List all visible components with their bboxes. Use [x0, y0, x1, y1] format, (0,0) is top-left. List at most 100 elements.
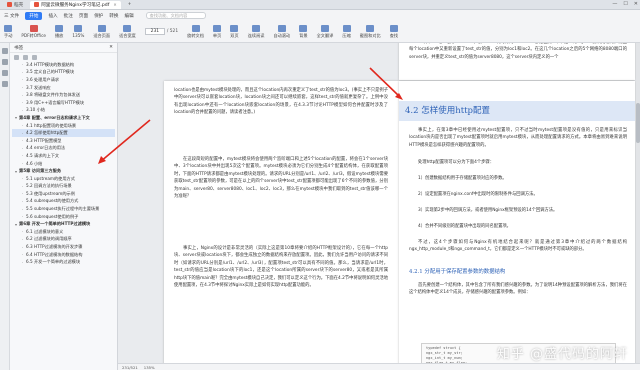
menu-start[interactable]: 开始: [25, 11, 43, 20]
tab-document[interactable]: 阿里云微服务Nginx学习笔记.pdf ✕: [30, 0, 121, 9]
daoke-icon: [7, 2, 12, 7]
toc-item[interactable]: · 5.3 使用upstream的示例: [12, 190, 115, 198]
pdf-to-office-button[interactable]: PDF转Office: [21, 24, 46, 39]
zoom-button[interactable]: 135%: [72, 25, 84, 38]
page-number-input[interactable]: 231: [144, 28, 165, 35]
toc-item[interactable]: · 6.2 过滤模块的调用顺序: [12, 236, 115, 244]
toc-label: 4.3 HTTP配置模型: [26, 137, 62, 143]
screenshot-icon: [366, 24, 375, 32]
toc-item[interactable]: · 4.4 error日志的用法: [12, 145, 115, 153]
pdf-file-icon: [34, 2, 40, 7]
maximize-icon[interactable]: ☐: [623, 1, 627, 7]
screenshot-button[interactable]: 截图和对比: [360, 24, 381, 39]
watermark: 知乎 @盛代码的阿轩: [496, 347, 628, 362]
toc-item[interactable]: ▾ 第5章 访问第三方服务: [12, 167, 115, 175]
paragraph: server块中test_flag为server80，该server块内有两个l…: [409, 43, 627, 60]
toc-label: 5.2 回调方法的执行场景: [26, 183, 72, 189]
play-button[interactable]: 播放: [55, 24, 63, 39]
toc-item[interactable]: · 3.8 将磁盘文件作为包体发送: [12, 91, 115, 99]
toc-item[interactable]: · 4.3 HTTP配置模型: [12, 137, 115, 145]
collapse-icon[interactable]: [23, 54, 28, 60]
new-tab-button[interactable]: +: [124, 1, 136, 9]
menu-edit[interactable]: 编辑: [124, 13, 133, 19]
close-panel-icon[interactable]: ✕: [109, 45, 113, 50]
expand-icon[interactable]: [14, 54, 19, 60]
menu-convert[interactable]: 转换: [109, 13, 118, 19]
close-window-icon[interactable]: ✕: [634, 1, 638, 7]
toc-item[interactable]: · 5.4 subrequest的使用方式: [12, 198, 115, 206]
toc-label: 6.3 HTTP过滤模块的开发步骤: [26, 244, 83, 250]
step-item: 4）合并不同级别的配置块中出现的同名配置项。: [418, 224, 511, 229]
vertical-scrollbar[interactable]: [636, 43, 640, 370]
toc-item[interactable]: ▾ 第6章 开发一个简单的HTTP过滤模块: [12, 220, 115, 228]
find-button[interactable]: 查找: [390, 24, 398, 39]
toc-item[interactable]: · 3.6 处理用户请求: [12, 76, 115, 84]
search-panel-icon[interactable]: [2, 81, 8, 87]
thumbnail-icon[interactable]: [2, 59, 8, 65]
menu-comment[interactable]: 批注: [64, 13, 73, 19]
paragraph: location也是由mytest模块处理的，而且这个location内再次重定…: [174, 88, 388, 116]
toc-item[interactable]: · 4.6 小结: [12, 160, 115, 168]
toc-item[interactable]: · 5.1 upstream的使用方式: [12, 175, 115, 183]
add-bookmark-icon[interactable]: [32, 54, 37, 60]
toc-item[interactable]: · 5.5 subrequest执行过程中的主要场景: [12, 205, 115, 213]
minimize-icon[interactable]: —: [612, 1, 617, 7]
comment-icon[interactable]: [2, 70, 8, 76]
toc-label: 4.1 http配置项的使用场景: [26, 122, 77, 128]
toc-item[interactable]: ▾ 第4章 配置、error日志和请求上下文: [12, 114, 115, 122]
scroll-thumb[interactable]: [636, 103, 640, 143]
toc-item[interactable]: · 3.4 HTTP模块的数据结构: [12, 61, 115, 69]
toc-item[interactable]: · 5.2 回调方法的执行场景: [12, 183, 115, 191]
close-icon[interactable]: ✕: [113, 2, 116, 7]
background-button[interactable]: 背景: [299, 24, 308, 39]
page-total: / 521: [166, 29, 179, 34]
toc-item[interactable]: · 4.1 http配置项的使用场景: [12, 122, 115, 130]
toc-item[interactable]: · 3.7 发送响应: [12, 84, 115, 92]
toc-item[interactable]: · 3.9 用C++语言编写HTTP模块: [12, 99, 115, 107]
hand-tool-button[interactable]: 手动: [4, 24, 12, 39]
paragraph: 处理http配置项可以分为下面4个步骤：: [418, 160, 495, 165]
toc-item[interactable]: · 4.5 请求的上下文: [12, 152, 115, 160]
single-page-button[interactable]: 单页: [213, 24, 221, 39]
compress-button[interactable]: 压缩: [342, 24, 351, 39]
toc-item[interactable]: · 5.6 subrequest使用的例子: [12, 213, 115, 221]
subsection-heading: 4.2.1 分配用于保存配置参数的数据结构: [409, 269, 506, 275]
convert-icon: [29, 24, 38, 32]
rotate-button[interactable]: 旋转文档: [187, 24, 204, 39]
bookmark-panel: 书签 ✕ · 3.4 HTTP模块的数据结构 · 3.5 定义自己的HTTP模块 · 3.…: [10, 43, 118, 370]
menu-protect[interactable]: 保护: [94, 13, 103, 19]
paragraph: 事实上，在第3章中已经使用过mytest配置项，只不过当时mytest配置项是没…: [409, 128, 627, 148]
menu-insert[interactable]: 插入: [48, 13, 57, 19]
file-menu[interactable]: 三 文件: [4, 13, 19, 19]
tab-label: 阿里云微服务Nginx学习笔记.pdf: [41, 2, 110, 8]
fit-width-button[interactable]: 适合宽度: [119, 24, 136, 39]
toc-item[interactable]: · 6.5 开发一个简单的过滤模块: [12, 258, 115, 266]
fit-width-icon: [123, 24, 132, 32]
auto-scroll-button[interactable]: 自动滚动: [273, 24, 290, 39]
toc-item[interactable]: · 6.3 HTTP过滤模块的开发步骤: [12, 243, 115, 251]
document-viewport[interactable]: server块中test_flag为server80，该server块内有两个l…: [118, 43, 640, 370]
search-input[interactable]: 查找功能、文档内容: [145, 12, 206, 19]
toolbar: 手动 PDF转Office 播放 135% 适合页面 适合宽度 231 / 52…: [0, 21, 640, 43]
fit-page-button[interactable]: 适合页面: [93, 24, 110, 39]
toc-label: 6.4 HTTP过滤模块的数据结构: [26, 251, 83, 257]
toc-item[interactable]: · 3.5 定义自己的HTTP模块: [12, 69, 115, 77]
toc-item[interactable]: · 6.1 过滤模块的意义: [12, 228, 115, 236]
translate-icon: [320, 24, 329, 32]
toc-item[interactable]: · 3.10 小结: [12, 107, 115, 115]
toc-label: 6.5 开发一个简单的过滤模块: [26, 259, 81, 265]
toc-label: 3.7 发送响应: [26, 84, 51, 90]
toc-label: 5.4 subrequest的使用方式: [26, 198, 79, 204]
bookmark-icon[interactable]: [2, 48, 8, 54]
double-page-button[interactable]: 双页: [230, 24, 239, 39]
toc-label: 4.5 请求的上下文: [26, 152, 60, 158]
panel-title: 书签: [14, 45, 24, 51]
toc-item[interactable]: · 4.2 怎样使用http配置: [12, 129, 115, 137]
toc-item[interactable]: · 6.4 HTTP过滤模块的数据结构: [12, 251, 115, 259]
tab-daoke[interactable]: 稻壳: [3, 1, 27, 9]
compress-icon: [342, 24, 351, 32]
toc-label: 第4章 配置、error日志和请求上下文: [19, 114, 90, 120]
translate-button[interactable]: 全文翻译: [317, 24, 333, 39]
continuous-button[interactable]: 连续阅读: [248, 24, 264, 39]
menu-page[interactable]: 页面: [79, 13, 88, 19]
